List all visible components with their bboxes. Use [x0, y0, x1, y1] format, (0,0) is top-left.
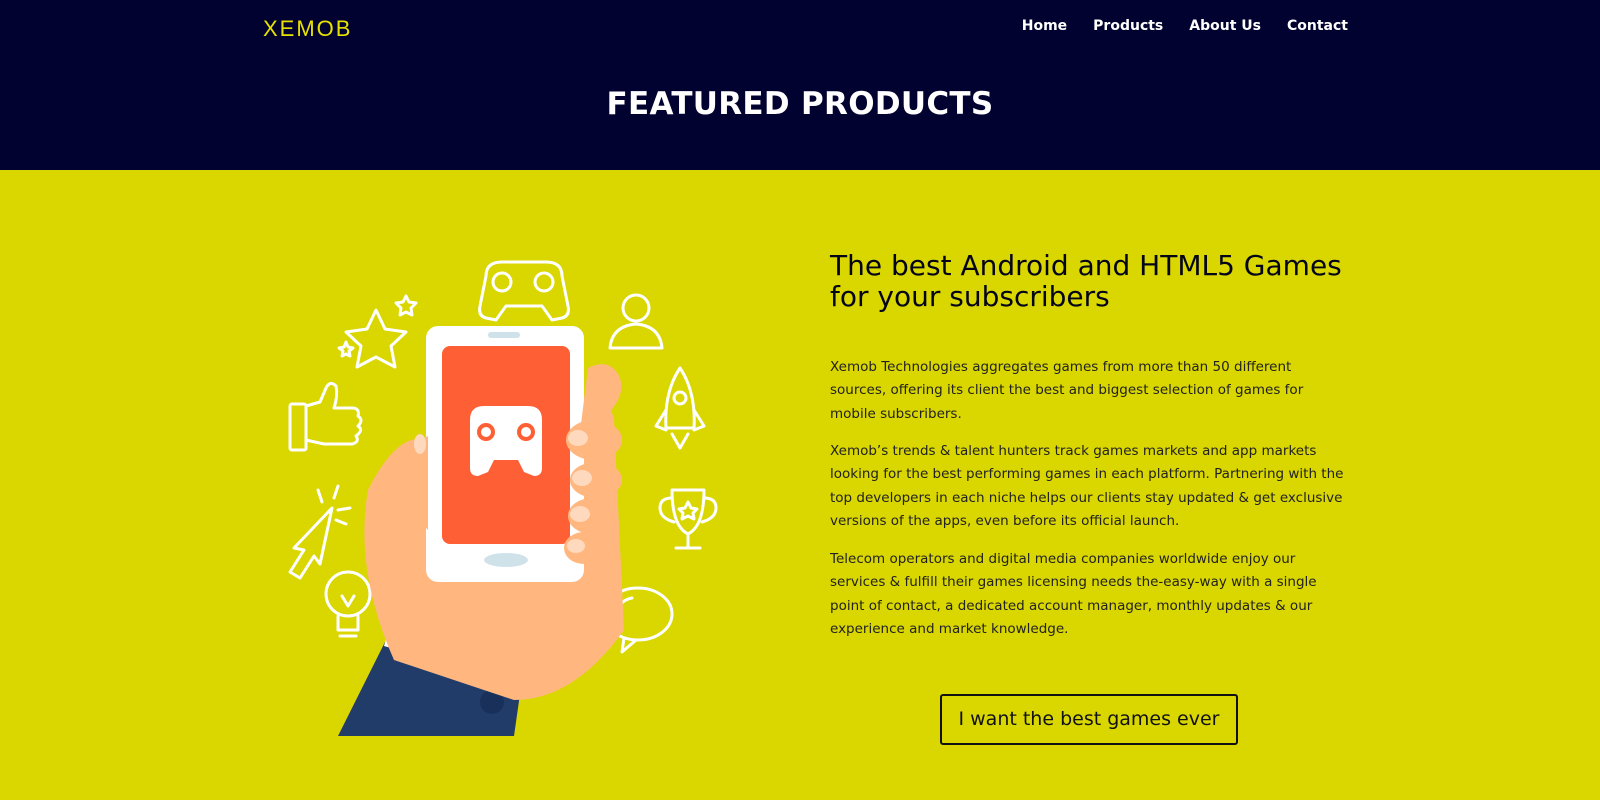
- trophy-icon: [658, 488, 718, 550]
- paragraph-3: Telecom operators and digital media comp…: [830, 551, 1317, 638]
- cursor-click-icon: [288, 484, 352, 580]
- thumbs-up-icon: [288, 381, 363, 452]
- stars-icon: [337, 294, 418, 369]
- gamepad-icon: [478, 260, 570, 322]
- section-headline: The best Android and HTML5 Games for you…: [830, 249, 1342, 313]
- paragraph-1: Xemob Technologies aggregates games from…: [830, 359, 1304, 422]
- featured-section: [0, 170, 1600, 800]
- paragraph-2: Xemob’s trends & talent hunters track ga…: [830, 443, 1344, 530]
- xemob-logo[interactable]: XEMOB: [263, 16, 352, 42]
- lightbulb-icon: [324, 570, 372, 638]
- nav-contact[interactable]: Contact: [1287, 18, 1348, 34]
- nav-products[interactable]: Products: [1093, 18, 1163, 34]
- nav-about-us[interactable]: About Us: [1189, 18, 1261, 34]
- rocket-icon: [654, 366, 706, 450]
- user-icon: [608, 293, 664, 350]
- nav-home[interactable]: Home: [1022, 18, 1067, 34]
- page-title: FEATURED PRODUCTS: [606, 86, 994, 122]
- smartphone-icon: [426, 326, 584, 582]
- main-nav: Home Products About Us Contact: [1022, 18, 1348, 34]
- cta-button[interactable]: I want the best games ever: [940, 694, 1238, 745]
- site-header: XEMOB Home Products About Us Contact FEA…: [0, 0, 1600, 170]
- product-description: The best Android and HTML5 Games for you…: [830, 249, 1350, 637]
- phone-hand-illustration: [288, 260, 718, 736]
